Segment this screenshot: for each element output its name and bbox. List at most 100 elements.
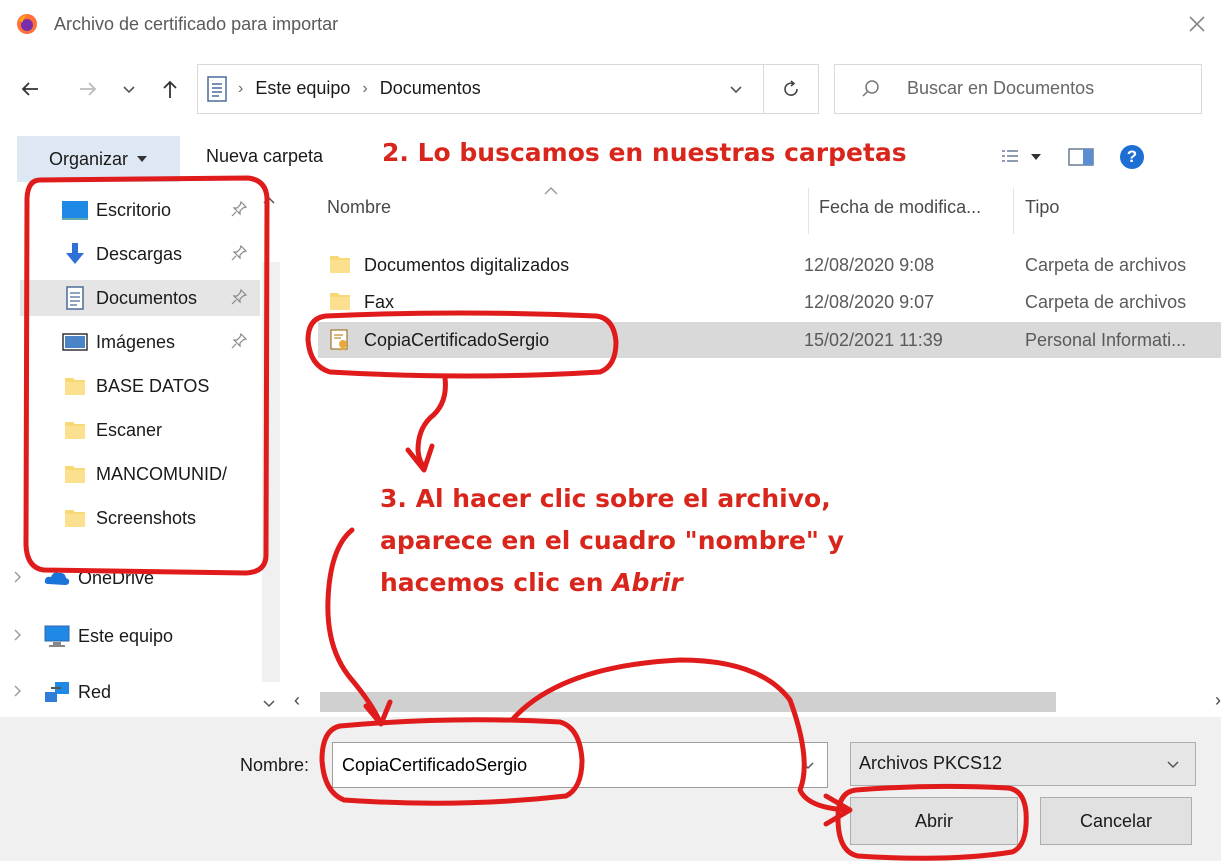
pin-icon[interactable]	[230, 244, 248, 262]
caret-down-icon	[1031, 154, 1041, 160]
file-date: 15/02/2021 11:39	[804, 330, 943, 350]
refresh-icon	[784, 80, 798, 96]
file-type: Carpeta de archivos	[1025, 292, 1187, 312]
footer-panel	[0, 717, 1221, 861]
sidebar-item-label: OneDrive	[78, 567, 155, 588]
sidebar-item-red[interactable]: Red	[14, 674, 260, 710]
onedrive-icon	[44, 572, 70, 585]
scroll-down-icon[interactable]	[262, 699, 276, 709]
scroll-up-icon[interactable]	[262, 195, 276, 205]
annotation-step-2: 2. Lo buscamos en nuestras carpetas	[382, 138, 907, 167]
sidebar-item-onedrive[interactable]: OneDrive	[14, 560, 260, 596]
pin-icon[interactable]	[230, 332, 248, 350]
annotation-step-3-emphasis: Abrir	[612, 568, 683, 597]
sidebar-item-escaner[interactable]: Escaner	[20, 412, 260, 448]
open-button[interactable]: Abrir	[850, 797, 1018, 845]
folder-icon	[65, 378, 85, 395]
column-header-name[interactable]: Nombre	[327, 197, 391, 218]
breadcrumb-separator: ›	[238, 79, 244, 97]
file-name: Documentos digitalizados	[364, 255, 570, 275]
image-icon	[62, 333, 88, 351]
file-name: Fax	[364, 292, 395, 312]
desktop-icon	[62, 201, 88, 220]
chevron-down-icon[interactable]	[800, 760, 816, 772]
computer-icon	[44, 625, 70, 647]
sidebar-item-label: MANCOMUNID/	[96, 463, 227, 484]
chevron-right-icon[interactable]	[12, 683, 24, 699]
chevron-down-icon[interactable]	[728, 81, 744, 97]
sidebar-scrollbar[interactable]	[262, 262, 280, 682]
sidebar-item-screenshots[interactable]: Screenshots	[20, 500, 260, 536]
scroll-right-icon[interactable]: ›	[1215, 690, 1221, 711]
sidebar-item-label: Descargas	[96, 243, 183, 264]
folder-icon	[65, 466, 85, 483]
sidebar-item-label: Red	[78, 681, 112, 702]
cancel-button[interactable]: Cancelar	[1040, 797, 1192, 845]
sidebar-item-label: Screenshots	[96, 507, 197, 528]
search-box[interactable]: Buscar en Documentos	[834, 64, 1202, 114]
scrollbar-thumb[interactable]	[320, 692, 1056, 712]
address-bar[interactable]: › Este equipo › Documentos	[197, 64, 819, 114]
folder-icon	[65, 422, 85, 439]
annotation-step-3-line2: aparece en el cuadro "nombre" y	[380, 526, 844, 555]
sidebar-item-escritorio[interactable]: Escritorio	[20, 192, 260, 228]
column-header-date[interactable]: Fecha de modifica...	[819, 197, 981, 218]
chevron-right-icon[interactable]	[12, 627, 24, 643]
sidebar-item-label: Escritorio	[96, 199, 172, 220]
file-row-selected[interactable]: CopiaCertificadoSergio 15/02/2021 11:39 …	[318, 322, 1221, 358]
window-title: Archivo de certificado para importar	[54, 14, 339, 34]
column-divider[interactable]	[808, 188, 809, 234]
sidebar-item-imagenes[interactable]: Imágenes	[20, 324, 260, 360]
pin-icon[interactable]	[230, 200, 248, 218]
sidebar-item-base-datos[interactable]: BASE DATOS	[20, 368, 260, 404]
annotation-step-3-line3: hacemos clic en Abrir	[380, 562, 844, 604]
folder-icon	[330, 293, 350, 310]
sidebar-item-label: Imágenes	[96, 331, 176, 352]
horizontal-scrollbar[interactable]: ‹ ›	[282, 690, 1221, 714]
firefox-icon	[17, 14, 37, 34]
arrow-right-icon[interactable]	[76, 77, 100, 101]
arrow-file-to-text	[415, 375, 448, 469]
file-type: Carpeta de archivos	[1025, 255, 1187, 275]
document-icon	[66, 286, 84, 310]
sidebar-item-descargas[interactable]: Descargas	[20, 236, 260, 272]
annotation-step-3: 3. Al hacer clic sobre el archivo, apare…	[380, 478, 844, 604]
file-date: 12/08/2020 9:07	[804, 292, 935, 312]
breadcrumb-documentos[interactable]: Documentos	[380, 78, 481, 99]
sidebar-item-label: Documentos	[96, 287, 198, 308]
organize-button[interactable]: Organizar	[17, 136, 180, 182]
sidebar-item-mancomunidad[interactable]: MANCOMUNID/	[20, 456, 260, 492]
download-icon	[66, 243, 84, 264]
details-view-icon	[1002, 150, 1018, 162]
file-name-label: Nombre:	[240, 755, 310, 775]
arrow-up-icon[interactable]	[158, 77, 182, 101]
column-divider[interactable]	[1013, 188, 1014, 234]
sort-ascending-icon	[544, 187, 558, 195]
annotation-step-3-line3-prefix: hacemos clic en	[380, 568, 613, 597]
search-input[interactable]: Buscar en Documentos	[907, 78, 1094, 99]
file-type-filter[interactable]: Archivos PKCS12	[850, 742, 1196, 786]
sidebar-item-label: BASE DATOS	[96, 375, 210, 396]
file-row[interactable]: Fax 12/08/2020 9:07 Carpeta de archivos	[318, 284, 1221, 320]
help-icon[interactable]: ?	[1120, 145, 1144, 169]
breadcrumb-este-equipo[interactable]: Este equipo	[255, 78, 350, 99]
chevron-right-icon[interactable]	[12, 569, 24, 585]
view-options-button[interactable]	[1000, 148, 1042, 166]
sidebar-item-documentos[interactable]: Documentos	[20, 280, 260, 316]
close-icon[interactable]	[1185, 12, 1209, 36]
arrow-left-icon[interactable]	[18, 77, 42, 101]
file-row[interactable]: Documentos digitalizados 12/08/2020 9:08…	[318, 247, 1221, 283]
pin-icon[interactable]	[230, 288, 248, 306]
scroll-left-icon[interactable]: ‹	[294, 690, 300, 711]
chevron-down-icon[interactable]	[121, 81, 137, 97]
sidebar-item-este-equipo[interactable]: Este equipo	[14, 618, 260, 654]
file-name-input[interactable]	[332, 742, 828, 788]
view-controls: ?	[1000, 145, 1144, 169]
new-folder-button[interactable]: Nueva carpeta	[206, 146, 323, 167]
preview-pane-icon[interactable]	[1068, 147, 1094, 167]
title-bar: Archivo de certificado para importar	[0, 0, 1221, 50]
sidebar-item-label: Escaner	[96, 419, 163, 440]
breadcrumb-separator: ›	[362, 79, 368, 97]
refresh-button[interactable]	[763, 64, 819, 114]
column-header-type[interactable]: Tipo	[1025, 197, 1059, 218]
